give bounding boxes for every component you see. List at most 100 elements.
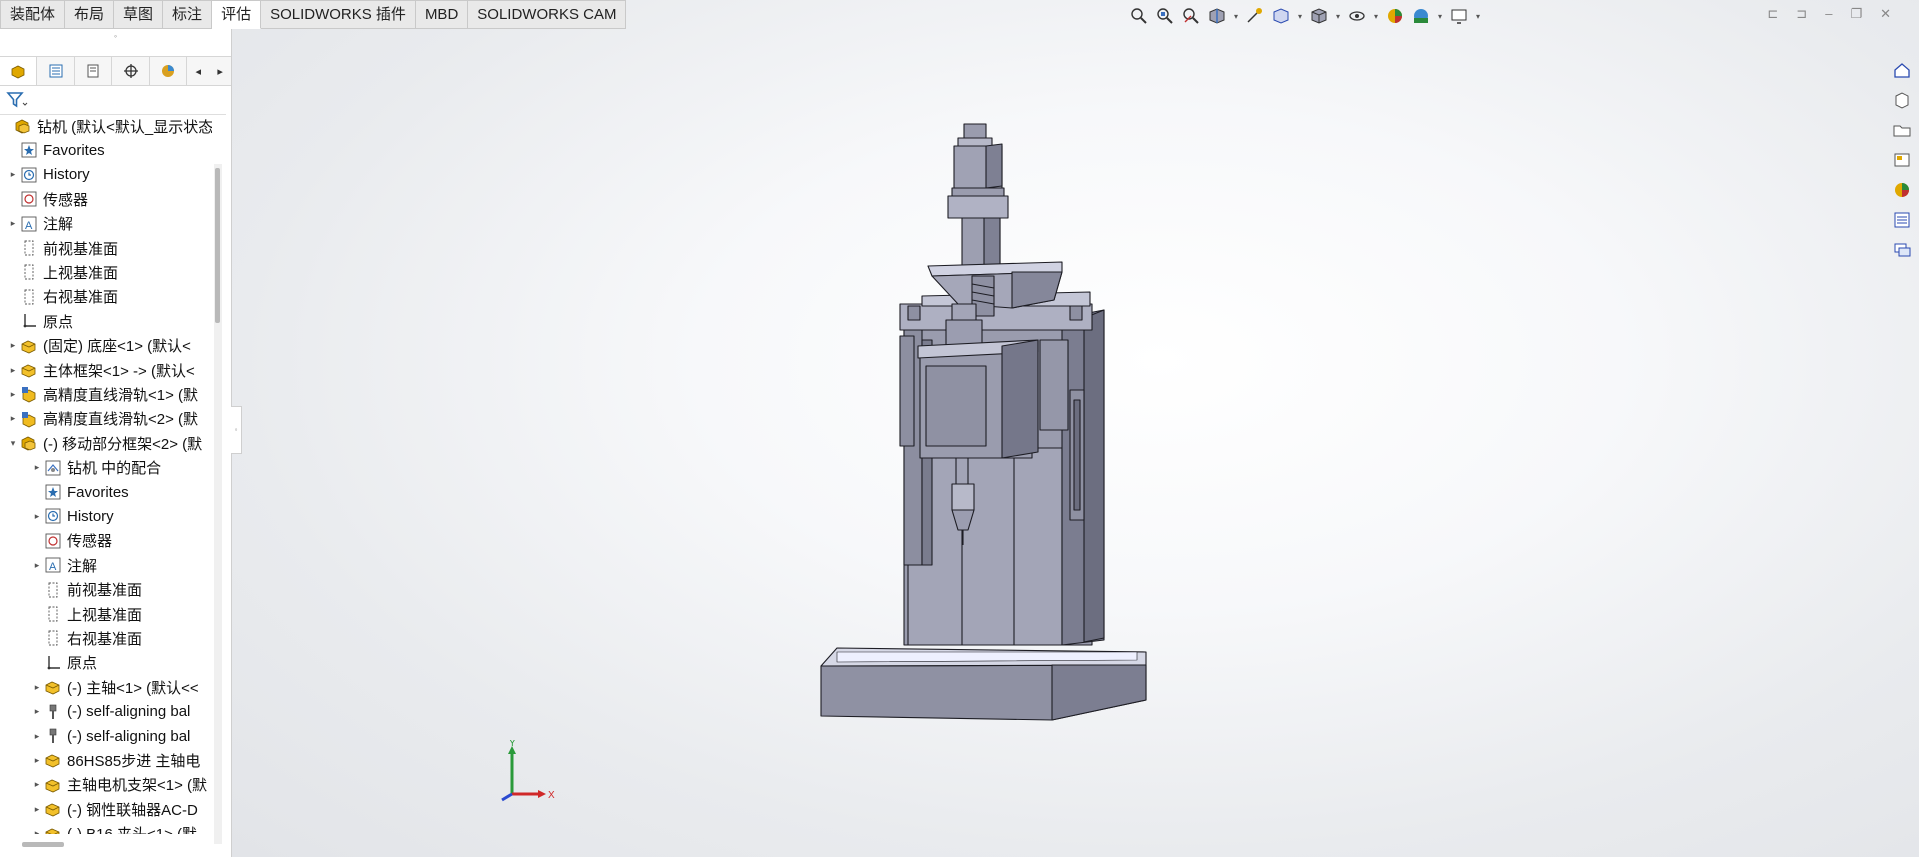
edit-appearance-icon[interactable] xyxy=(1384,5,1406,27)
dynamic-annotation-icon[interactable] xyxy=(1244,5,1266,27)
forum-icon[interactable] xyxy=(1889,238,1915,262)
tree-item[interactable]: ▸ A 注解 xyxy=(0,553,212,577)
display-manager-icon[interactable] xyxy=(150,57,188,85)
tree-item[interactable]: ▸ 主体框架<1> -> (默认< xyxy=(0,358,212,382)
file-explorer-icon[interactable] xyxy=(1889,118,1915,142)
tree-expand-arrow[interactable]: ▸ xyxy=(6,413,20,424)
tree-item[interactable]: ▸ (固定) 底座<1> (默认< xyxy=(0,334,212,358)
tile-right-icon[interactable]: ⊐ xyxy=(1796,6,1807,22)
tree-item[interactable]: 原点 xyxy=(0,651,212,675)
graphics-area[interactable]: ▾ ▾ ▾ ▾ ▾ ▾ ⊏ ⊐ – ❐ ✕ Y X xyxy=(232,0,1919,857)
tree-expand-arrow[interactable]: ▸ xyxy=(30,560,44,571)
tree-expand-arrow[interactable]: ▸ xyxy=(30,828,44,834)
view-settings-icon[interactable] xyxy=(1448,5,1470,27)
configurationmanager-icon[interactable] xyxy=(75,57,113,85)
dimxpert-icon[interactable] xyxy=(112,57,150,85)
tree-item[interactable]: ▸ A 注解 xyxy=(0,212,212,236)
tree-expand-arrow[interactable]: ▸ xyxy=(30,682,44,693)
tree-item[interactable]: 原点 xyxy=(0,309,212,333)
tab-7[interactable]: SOLIDWORKS CAM xyxy=(468,0,627,29)
tree-item[interactable]: ▸ History xyxy=(0,163,212,187)
view-palette-icon[interactable] xyxy=(1889,148,1915,172)
tree-expand-arrow[interactable]: ▸ xyxy=(30,462,44,473)
tree-item[interactable]: ▸ 钻机 中的配合 xyxy=(0,456,212,480)
tree-item[interactable]: ▸ 高精度直线滑轨<1> (默 xyxy=(0,382,212,406)
tree-expand-arrow[interactable]: ▾ xyxy=(6,438,20,449)
tree-item[interactable]: 右视基准面 xyxy=(0,626,212,650)
tree-expand-arrow[interactable]: ▸ xyxy=(30,755,44,766)
view-orientation-icon[interactable] xyxy=(1270,5,1292,27)
plane-icon xyxy=(44,629,62,647)
tree-item[interactable]: ▸ 主轴电机支架<1> (默 xyxy=(0,773,212,797)
chevron-down-icon[interactable]: ▾ xyxy=(1296,12,1304,21)
tree-item[interactable]: ▸ 高精度直线滑轨<2> (默 xyxy=(0,407,212,431)
panel-collapse-handle[interactable]: ◦ xyxy=(231,406,242,454)
custom-properties-icon[interactable] xyxy=(1889,208,1915,232)
close-icon[interactable]: ✕ xyxy=(1880,6,1891,22)
tree-expand-arrow[interactable]: ▸ xyxy=(6,169,20,180)
tree-item[interactable]: ▸ (-) 钢性联轴器AC-D xyxy=(0,797,212,821)
tree-item[interactable]: Favorites xyxy=(0,480,212,504)
tree-item[interactable]: 上视基准面 xyxy=(0,602,212,626)
tree-expand-arrow[interactable]: ▸ xyxy=(30,731,44,742)
tree-item[interactable]: Favorites xyxy=(0,138,212,162)
restore-icon[interactable]: ❐ xyxy=(1850,6,1862,22)
propertymanager-icon[interactable] xyxy=(37,57,75,85)
zoom-to-fit-icon[interactable] xyxy=(1128,5,1150,27)
appearances-icon[interactable] xyxy=(1889,178,1915,202)
tree-item[interactable]: 前视基准面 xyxy=(0,236,212,260)
display-style-icon[interactable] xyxy=(1308,5,1330,27)
tree-expand-arrow[interactable]: ▸ xyxy=(30,706,44,717)
section-view-icon[interactable] xyxy=(1206,5,1228,27)
tree-expand-arrow[interactable]: ▸ xyxy=(6,340,20,351)
tab-5[interactable]: SOLIDWORKS 插件 xyxy=(261,0,416,29)
tree-item[interactable]: ▸ (-) self-aligning bal xyxy=(0,724,212,748)
chevron-down-icon[interactable]: ▾ xyxy=(1232,12,1240,21)
tree-item[interactable]: 上视基准面 xyxy=(0,260,212,284)
scroll-right-icon[interactable]: ▸ xyxy=(209,57,231,85)
pane-resize-grip[interactable]: ◦ xyxy=(0,28,231,44)
tree-item[interactable]: 右视基准面 xyxy=(0,285,212,309)
tree-item[interactable]: ▸ (-) self-aligning bal xyxy=(0,700,212,724)
tab-3[interactable]: 标注 xyxy=(163,0,213,29)
featuremanager-icon[interactable] xyxy=(0,57,38,85)
tree-item[interactable]: 传感器 xyxy=(0,187,212,211)
tile-left-icon[interactable]: ⊏ xyxy=(1767,6,1778,22)
scroll-left-icon[interactable]: ◂ xyxy=(187,57,209,85)
solidworks-resources-icon[interactable] xyxy=(1889,58,1915,82)
tree-vertical-scroll-thumb[interactable] xyxy=(215,168,220,323)
tree-item[interactable]: ▸ (-) 主轴<1> (默认<< xyxy=(0,675,212,699)
tab-6[interactable]: MBD xyxy=(415,0,469,29)
tab-4[interactable]: 评估 xyxy=(212,0,262,29)
minimize-icon[interactable]: – xyxy=(1825,6,1832,22)
tree-item[interactable]: ▸ 86HS85步进 主轴电 xyxy=(0,748,212,772)
tab-0[interactable]: 装配体 xyxy=(0,0,66,29)
previous-view-icon[interactable] xyxy=(1180,5,1202,27)
tree-expand-arrow[interactable]: ▸ xyxy=(6,365,20,376)
tree-expand-arrow[interactable]: ▸ xyxy=(6,218,20,229)
chevron-down-icon[interactable]: ▾ xyxy=(1474,12,1482,21)
tree-expand-arrow[interactable]: ▸ xyxy=(30,779,44,790)
chevron-down-icon[interactable]: ▾ xyxy=(1334,12,1342,21)
tree-item[interactable]: ▾ (-) 移动部分框架<2> (默 xyxy=(0,431,212,455)
tree-item[interactable]: ▸ History xyxy=(0,504,212,528)
tab-1[interactable]: 布局 xyxy=(65,0,115,29)
tree-item[interactable]: 钻机 (默认<默认_显示状态 xyxy=(0,114,212,138)
part-icon xyxy=(44,800,62,818)
tree-item[interactable]: 传感器 xyxy=(0,529,212,553)
tree-item[interactable]: 前视基准面 xyxy=(0,578,212,602)
tree-expand-arrow[interactable]: ▸ xyxy=(6,389,20,400)
hide-show-icon[interactable] xyxy=(1346,5,1368,27)
tree-horizontal-scroll-thumb[interactable] xyxy=(22,842,64,847)
chevron-down-icon[interactable]: ▾ xyxy=(1436,12,1444,21)
chevron-down-icon[interactable]: ▾ xyxy=(1372,12,1380,21)
tab-2[interactable]: 草图 xyxy=(114,0,164,29)
zoom-to-area-icon[interactable] xyxy=(1154,5,1176,27)
design-library-icon[interactable] xyxy=(1889,88,1915,112)
tree-item[interactable]: ▸ (-) B16 夹头<1> (默 xyxy=(0,822,212,834)
drill-machine-model[interactable] xyxy=(232,0,1919,857)
tree-expand-arrow[interactable]: ▸ xyxy=(30,511,44,522)
apply-scene-icon[interactable] xyxy=(1410,5,1432,27)
filter-icon[interactable] xyxy=(6,90,28,114)
tree-expand-arrow[interactable]: ▸ xyxy=(30,804,44,815)
